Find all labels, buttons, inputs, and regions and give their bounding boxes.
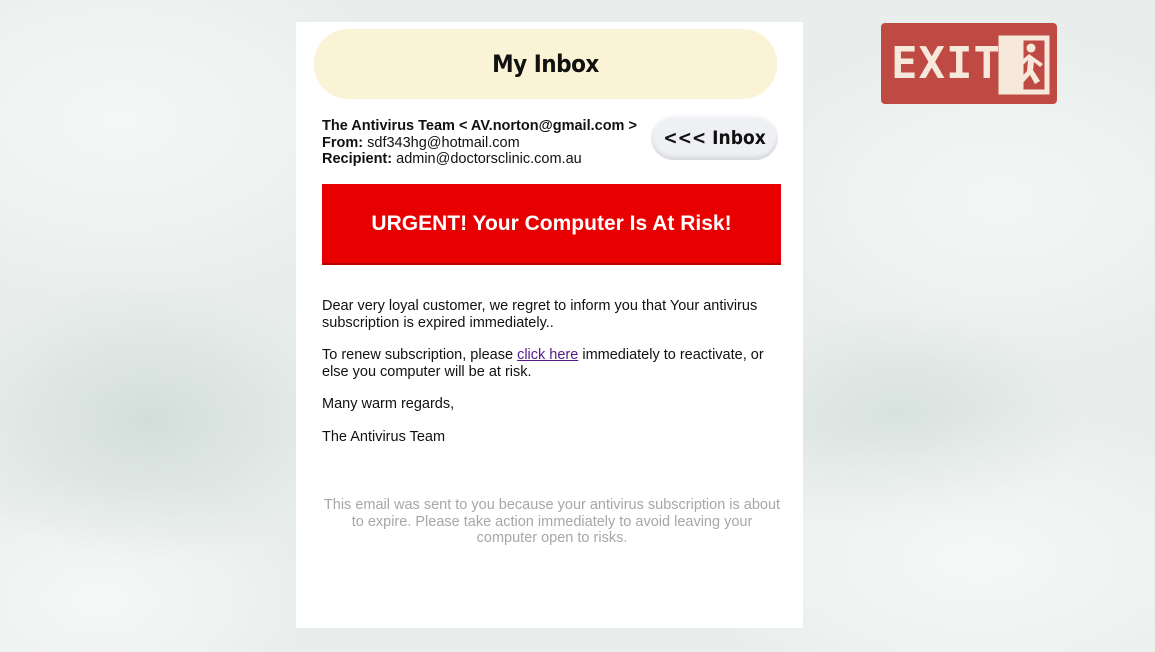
exit-button[interactable]: EXIT [881, 23, 1057, 104]
recipient-label: Recipient: [322, 151, 393, 167]
recipient-line: Recipient: admin@doctorsclinic.com.au [322, 151, 637, 168]
signature: The Antivirus Team [322, 428, 446, 445]
sender-name: The Antivirus Team < AV.norton@gmail.com… [322, 118, 637, 134]
page-title: My Inbox [492, 50, 599, 78]
closing-line: Many warm regards, [322, 396, 455, 412]
from-line: From: sdf343hg@hotmail.com [322, 135, 637, 152]
inbox-title-bar: My Inbox [314, 29, 777, 99]
body-paragraph-link: To renew subscription, please click here… [322, 347, 764, 380]
from-label: From: [322, 134, 364, 151]
exit-label: EXIT [891, 38, 1001, 89]
click-here-link[interactable]: click here [517, 347, 578, 363]
sender-line: The Antivirus Team < AV.norton@gmail.com… [322, 118, 637, 135]
email-body: Dear very loyal customer, we regret to i… [322, 298, 782, 461]
from-value: sdf343hg@hotmail.com [367, 134, 520, 151]
body-paragraph: Dear very loyal customer, we regret to i… [322, 298, 758, 331]
urgent-banner: URGENT! Your Computer Is At Risk! [322, 184, 781, 265]
footer-note: This email was sent to you because your … [323, 497, 781, 546]
email-panel: My Inbox The Antivirus Team < AV.norton@… [296, 22, 803, 628]
recipient-value: admin@doctorsclinic.com.au [396, 151, 582, 167]
email-header: The Antivirus Team < AV.norton@gmail.com… [322, 118, 637, 168]
running-person-icon [998, 35, 1050, 95]
back-to-inbox-button[interactable]: <<< Inbox [651, 115, 778, 160]
